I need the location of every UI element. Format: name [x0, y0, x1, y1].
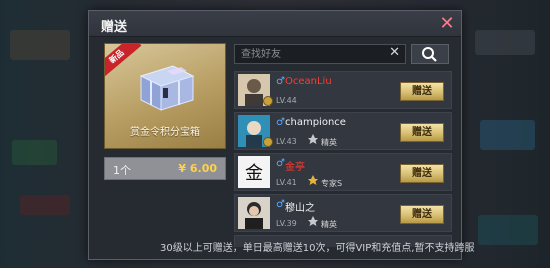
friend-level: LV.41: [276, 178, 297, 187]
friend-list: ♂ OceanLiu LV.44 赠送 ♂ championce LV.43 精…: [234, 71, 452, 247]
avatar: [238, 197, 270, 229]
gift-dialog: 赠送 ✕ 新品 赏金令积分宝箱 1个 ¥ 6.00 ✕: [88, 10, 462, 260]
search-icon: [422, 47, 437, 62]
friend-level: LV.44: [276, 96, 297, 105]
friend-rank: 专家S: [321, 179, 343, 188]
friend-level: LV.43: [276, 137, 297, 146]
item-price: ¥ 6.00: [178, 162, 217, 175]
male-icon: ♂: [276, 158, 285, 169]
male-icon: ♂: [276, 199, 285, 210]
search-button[interactable]: [411, 44, 449, 64]
male-icon: ♂: [276, 76, 285, 87]
item-quantity: 1个: [113, 164, 131, 177]
rank-icon: [308, 216, 318, 226]
level-badge-icon: [263, 96, 273, 106]
svg-text:金: 金: [245, 163, 263, 184]
search-input[interactable]: [241, 47, 381, 62]
dialog-titlebar: 赠送 ✕: [89, 11, 461, 37]
price-bar: 1个 ¥ 6.00: [104, 157, 226, 180]
friend-row: ♂ 穆山之 LV.39 精英 赠送: [234, 194, 452, 232]
close-icon[interactable]: ✕: [437, 14, 457, 34]
gift-button[interactable]: 赠送: [400, 82, 444, 101]
treasure-chest-icon: [139, 65, 195, 111]
friend-name: OceanLiu: [285, 76, 332, 87]
friend-rank: 精英: [321, 220, 337, 229]
gift-button[interactable]: 赠送: [400, 205, 444, 224]
friend-row: ♂ OceanLiu LV.44 赠送: [234, 71, 452, 109]
gift-rules-note: 30级以上可赠送，单日最高赠送10次，可得VIP和充值点,暂不支持跨服: [160, 243, 475, 254]
friend-row: ♂ championce LV.43 精英 赠送: [234, 112, 452, 150]
friend-name: 金亭: [285, 162, 305, 173]
clear-icon[interactable]: ✕: [389, 45, 400, 60]
gift-button[interactable]: 赠送: [400, 123, 444, 142]
dialog-title: 赠送: [101, 20, 128, 35]
friend-rank: 精英: [321, 138, 337, 147]
avatar: 金: [238, 156, 270, 188]
friend-name: championce: [285, 117, 346, 128]
friend-search: ✕: [234, 44, 406, 64]
rank-icon: [308, 134, 318, 144]
friend-level: LV.39: [276, 219, 297, 228]
friend-name: 穆山之: [285, 203, 315, 214]
gift-button[interactable]: 赠送: [400, 164, 444, 183]
item-name: 赏金令积分宝箱: [130, 127, 200, 138]
item-card: 新品 赏金令积分宝箱: [104, 43, 226, 149]
rank-icon: [308, 175, 318, 185]
male-icon: ♂: [276, 117, 285, 128]
friend-row: 金 ♂ 金亭 LV.41 专家S 赠送: [234, 153, 452, 191]
level-badge-icon: [263, 137, 273, 147]
